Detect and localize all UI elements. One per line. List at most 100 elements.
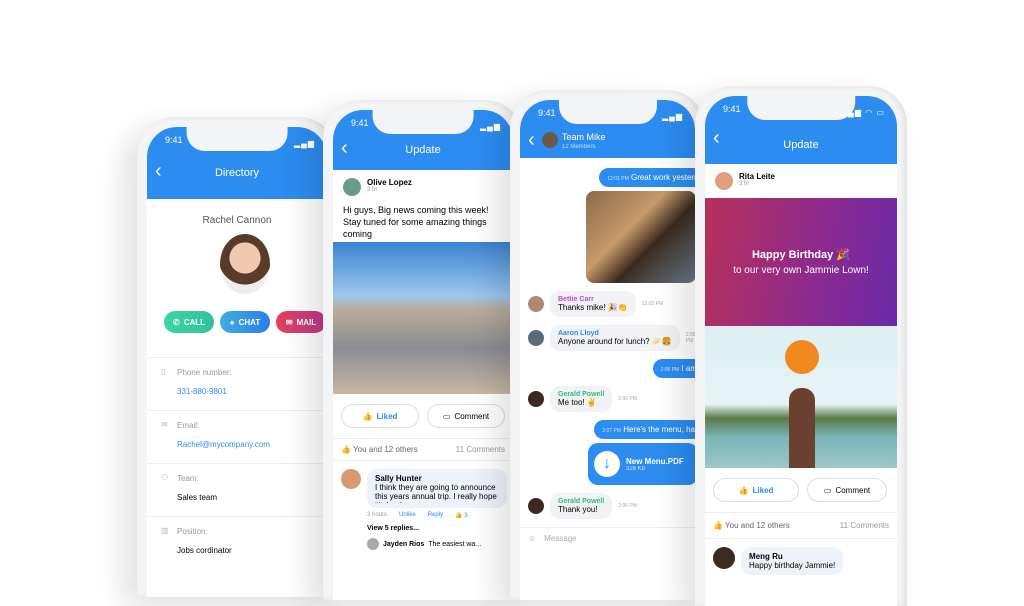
signal-icon: ▂▄▆ xyxy=(294,139,315,148)
reply-author: Jayden Rios xyxy=(383,540,425,548)
comment-item: Sally Hunter I think they are going to an… xyxy=(333,460,513,558)
msg-text: Thank you! xyxy=(558,505,598,514)
comment-button[interactable]: ▭ Comment xyxy=(807,478,887,502)
liked-button[interactable]: 👍 Liked xyxy=(713,478,799,502)
thumbs-up-icon: 👍 xyxy=(341,445,351,454)
reply-text: The easiest wa... xyxy=(428,540,482,548)
message-placeholder: Message xyxy=(544,534,577,543)
header-bar: 9:41 ▂▄▆ ‹ Update xyxy=(333,110,513,170)
chat-name: Team Mike xyxy=(562,132,606,142)
contact-name: Rachel Cannon xyxy=(202,215,272,226)
page-title: Update xyxy=(783,139,819,151)
unlike-link[interactable]: Unlike xyxy=(399,512,416,519)
phone-directory: 9:41 ▂▄▆ ‹ Directory Rachel Cannon ✆ CALL… xyxy=(137,117,337,597)
comment-label: Comment xyxy=(454,411,490,421)
building-icon: ▥ xyxy=(161,526,169,535)
post-header: Olive Lopez 3 hr xyxy=(333,170,513,196)
comment-icon: ▭ xyxy=(823,485,832,495)
status-icons: ▂▄▆ ◠ ▭ xyxy=(841,108,885,117)
email-link[interactable]: Rachel@mycompany.com xyxy=(177,440,313,449)
msg-time: 12:01 PM xyxy=(607,176,629,182)
directory-screen: 9:41 ▂▄▆ ‹ Directory Rachel Cannon ✆ CALL… xyxy=(147,127,327,597)
team-icon: ⚇ xyxy=(161,473,169,482)
update-screen: 9:41 ▂▄▆ ‹ Update Olive Lopez 3 hr Hi guy… xyxy=(333,110,513,600)
file-name: New Menu.PDF xyxy=(626,456,684,466)
chat-members: 12 Members xyxy=(562,144,596,150)
page-title: Update xyxy=(405,144,441,156)
message-sent: 2:06 PM I am xyxy=(652,359,695,378)
author-avatar xyxy=(715,172,733,190)
envelope-icon: ✉ xyxy=(161,420,168,429)
banner-title: Happy Birthday 🎉 xyxy=(751,249,851,261)
msg-text: Here's the menu, have a look xyxy=(623,425,695,434)
comments-count[interactable]: 11 Comments xyxy=(840,521,889,530)
update-screen: 9:41 ▂▄▆ ◠ ▭ ‹ Update Rita Leite 3 hr Hap… xyxy=(705,96,897,606)
sender-name: Aaron Lloyd xyxy=(558,330,599,337)
city-photo[interactable] xyxy=(333,242,513,394)
post-time: 3 hr xyxy=(739,181,750,187)
comment-button[interactable]: ▭ Comment xyxy=(427,404,505,428)
comment-item: Meng Ru Happy birthday Jammie! xyxy=(705,538,897,583)
group-photo[interactable] xyxy=(586,191,695,283)
beach-photo[interactable] xyxy=(705,326,897,468)
chat-button[interactable]: ● CHAT xyxy=(220,311,270,333)
banner-subtitle: to our very own Jammie Lown! xyxy=(733,265,869,276)
reply-link[interactable]: Reply xyxy=(428,512,443,519)
post-time: 3 hr xyxy=(367,187,378,193)
back-icon[interactable]: ‹ xyxy=(528,130,535,150)
msg-text: Me too! ✌ xyxy=(558,398,597,407)
sender-name: Gerald Powell xyxy=(558,498,605,505)
mail-button[interactable]: ✉ MAIL xyxy=(276,311,326,333)
status-time: 9:41 xyxy=(351,118,369,128)
msg-time: 2:06 PM xyxy=(618,396,637,402)
status-time: 9:41 xyxy=(723,104,741,114)
phone-chat: 9:41 ▂▄▆ ‹ Team Mike 12 Members 12:01 PM… xyxy=(510,90,705,600)
call-label: CALL xyxy=(183,317,206,327)
balloon xyxy=(785,340,819,374)
message-sent: 2:07 PM Here's the menu, have a look xyxy=(594,420,695,439)
emoji-icon[interactable]: ☺ xyxy=(528,534,536,543)
label-text: Team: xyxy=(177,474,199,483)
signal-icon: ▂▄▆ xyxy=(662,112,683,121)
phone-link[interactable]: 331-880-9801 xyxy=(177,387,313,396)
comments-count[interactable]: 11 Comments xyxy=(456,445,505,454)
msg-time: 12:03 PM xyxy=(641,301,664,307)
comment-time: 3 hours xyxy=(367,512,388,518)
message-received: Gerald Powell Thank you! 2:06 PM xyxy=(528,493,687,519)
thumbs-up-icon: 👍 xyxy=(362,411,373,421)
likes-summary[interactable]: 👍 You and 12 others xyxy=(713,521,790,530)
page-title: Directory xyxy=(214,167,259,179)
chat-label: CHAT xyxy=(238,317,261,327)
message-received: Gerald Powell Me too! ✌ 2:06 PM xyxy=(528,386,687,412)
label-text: Position: xyxy=(177,527,208,536)
reply-avatar xyxy=(367,538,379,550)
view-replies-link[interactable]: View 5 replies... xyxy=(367,525,507,532)
msg-time: 2:06 PM xyxy=(660,367,680,373)
download-icon: ↓ xyxy=(594,451,620,477)
likes-text: You and 12 others xyxy=(725,521,790,530)
comment-text: I think they are going to announce this … xyxy=(375,483,497,503)
signal-icon: ▂▄▆ xyxy=(480,122,501,131)
file-attachment[interactable]: ↓ New Menu.PDF 328 Kb xyxy=(588,443,695,485)
commenter-avatar xyxy=(341,469,361,489)
msg-time: 2:06 PM xyxy=(618,503,637,509)
commenter-name: Sally Hunter xyxy=(375,474,422,483)
header-bar: 9:41 ▂▄▆ ‹ Directory xyxy=(147,127,327,199)
liked-button[interactable]: 👍 Liked xyxy=(341,404,419,428)
likes-text: You and 12 others xyxy=(353,445,418,454)
mobile-icon: ▯ xyxy=(161,367,166,376)
comment-icon: ▭ xyxy=(442,411,451,421)
mail-icon: ✉ xyxy=(285,317,293,327)
field-email: ✉ Email: Rachel@mycompany.com xyxy=(147,410,327,463)
avatar xyxy=(528,498,544,514)
message-input[interactable]: ☺ Message xyxy=(520,527,695,549)
likes-summary[interactable]: 👍 You and 12 others xyxy=(341,445,418,454)
post-header: Rita Leite 3 hr xyxy=(705,164,897,198)
field-phone: ▯ Phone number: 331-880-9801 xyxy=(147,357,327,410)
notch xyxy=(186,127,288,151)
author-name[interactable]: Olive Lopez xyxy=(367,178,412,187)
field-position: ▥ Position: Jobs cordinator xyxy=(147,516,327,569)
author-name[interactable]: Rita Leite xyxy=(739,172,775,181)
call-button[interactable]: ✆ CALL xyxy=(164,311,214,333)
birthday-banner: Happy Birthday 🎉 to our very own Jammie … xyxy=(705,198,897,326)
